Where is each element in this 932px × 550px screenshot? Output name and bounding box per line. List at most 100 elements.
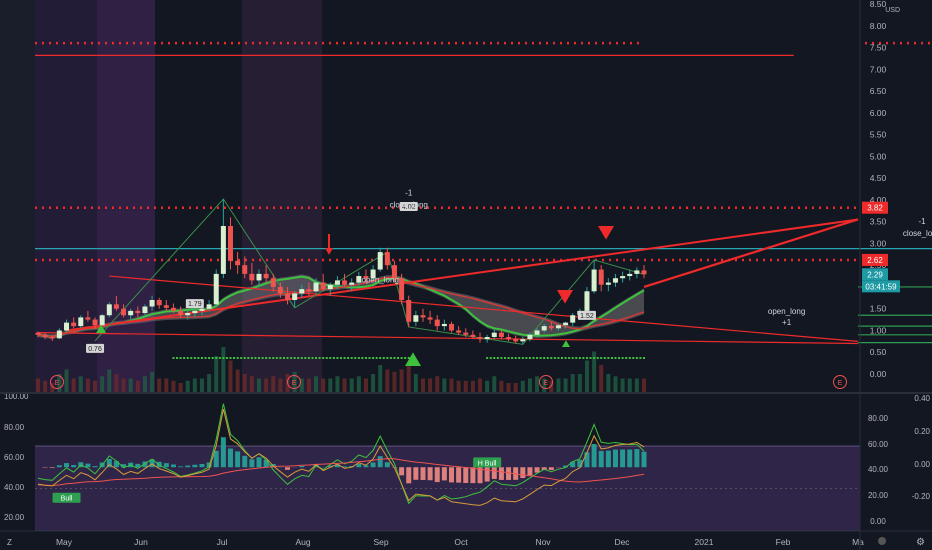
- volume-bar: [399, 369, 404, 392]
- auto-scale-icon[interactable]: [878, 537, 886, 545]
- chart-canvas[interactable]: 0.761.794.021.522.581.080.721.030.68-1cl…: [0, 0, 932, 550]
- volume-bar: [257, 378, 262, 392]
- price-tick-label: 0.50: [870, 347, 887, 357]
- time-tick-label: May: [56, 537, 73, 547]
- annotation-text: open_long: [362, 276, 399, 285]
- support-dot: [546, 357, 549, 359]
- candle-body: [92, 319, 98, 326]
- volume-bar: [64, 369, 69, 392]
- candle-body: [56, 330, 62, 339]
- support-dot: [525, 357, 528, 359]
- earnings-marker-label: E: [55, 380, 60, 387]
- histogram-bar: [85, 463, 91, 468]
- candle[interactable]: [399, 273, 405, 305]
- candle-body: [598, 269, 604, 285]
- histogram-bar: [49, 467, 55, 468]
- candle-body: [113, 304, 119, 309]
- candle-body: [605, 282, 611, 285]
- candle-body: [470, 334, 476, 337]
- candle-body: [285, 293, 291, 300]
- candle-body: [570, 315, 576, 323]
- support-dot: [503, 357, 506, 359]
- support-dot: [589, 357, 592, 359]
- candle-body: [256, 273, 262, 281]
- support-dot: [300, 357, 303, 359]
- volume-bar: [627, 378, 632, 392]
- volume-bar: [442, 378, 447, 392]
- candle-body: [299, 289, 305, 294]
- earnings-marker-label: E: [544, 380, 549, 387]
- candle-body: [121, 308, 127, 316]
- support-dot: [307, 357, 310, 359]
- candle-body: [349, 282, 355, 285]
- support-dot: [268, 357, 271, 359]
- time-tick-label: Ma: [852, 537, 864, 547]
- candle-body: [78, 317, 84, 327]
- histogram-bar: [213, 450, 219, 468]
- earnings-marker-label: E: [838, 380, 843, 387]
- divergence-label-text: Bull: [61, 496, 73, 503]
- support-dot: [596, 357, 599, 359]
- support-dot: [225, 357, 228, 359]
- support-dot: [286, 357, 289, 359]
- candle-body: [541, 326, 547, 331]
- volume-bar: [271, 376, 276, 392]
- histogram-bar: [605, 450, 611, 468]
- annotation-text: -1: [405, 189, 413, 198]
- candle-body: [463, 332, 469, 335]
- support-dot: [211, 357, 214, 359]
- candle[interactable]: [99, 313, 105, 327]
- histogram-bar: [627, 449, 633, 468]
- histogram-bar: [370, 462, 376, 468]
- volume-bar: [599, 365, 604, 392]
- volume-bar: [235, 369, 240, 392]
- candle-body: [99, 315, 105, 326]
- support-dot: [179, 357, 182, 359]
- support-dot: [393, 357, 396, 359]
- support-dot: [176, 357, 179, 359]
- volume-bar: [221, 347, 226, 392]
- support-dot: [404, 357, 407, 359]
- session-shading: [0, 0, 35, 392]
- volume-bar: [321, 378, 326, 392]
- volume-bar: [378, 365, 383, 392]
- support-dot: [564, 357, 567, 359]
- support-dot: [265, 357, 268, 359]
- support-dot: [389, 357, 392, 359]
- candle[interactable]: [213, 269, 219, 307]
- candle-body: [520, 339, 526, 342]
- support-dot: [197, 357, 200, 359]
- volume-bar: [470, 380, 475, 392]
- support-dot: [254, 357, 257, 359]
- candle-body: [213, 273, 219, 305]
- histogram-bar: [92, 466, 98, 468]
- histogram-bar: [641, 451, 647, 468]
- candle-body: [563, 322, 569, 326]
- support-dot: [218, 357, 221, 359]
- histogram-bar: [220, 437, 226, 468]
- volume-bar: [584, 360, 589, 392]
- annotation-text: -1: [918, 217, 926, 226]
- support-dot: [539, 357, 542, 359]
- support-dot: [379, 357, 382, 359]
- volume-bar: [527, 378, 532, 392]
- support-dot: [190, 357, 193, 359]
- candle[interactable]: [106, 302, 112, 318]
- volume-bar: [228, 360, 233, 392]
- support-dot: [493, 357, 496, 359]
- volume-bar: [107, 369, 112, 392]
- support-dot: [550, 357, 553, 359]
- candle-body: [584, 291, 590, 311]
- support-dot: [322, 357, 325, 359]
- histogram-bar: [199, 463, 205, 468]
- candle-body: [320, 282, 326, 290]
- candle-body: [64, 322, 70, 331]
- time-tick-label: Feb: [776, 537, 791, 547]
- oscillator-right-tick: 0.40: [914, 394, 930, 403]
- volume-bar: [642, 378, 646, 392]
- time-tick-label: Oct: [454, 537, 468, 547]
- candle-body: [534, 330, 540, 335]
- support-dot: [561, 357, 564, 359]
- candle-body: [163, 305, 169, 308]
- volume-bar: [485, 380, 490, 392]
